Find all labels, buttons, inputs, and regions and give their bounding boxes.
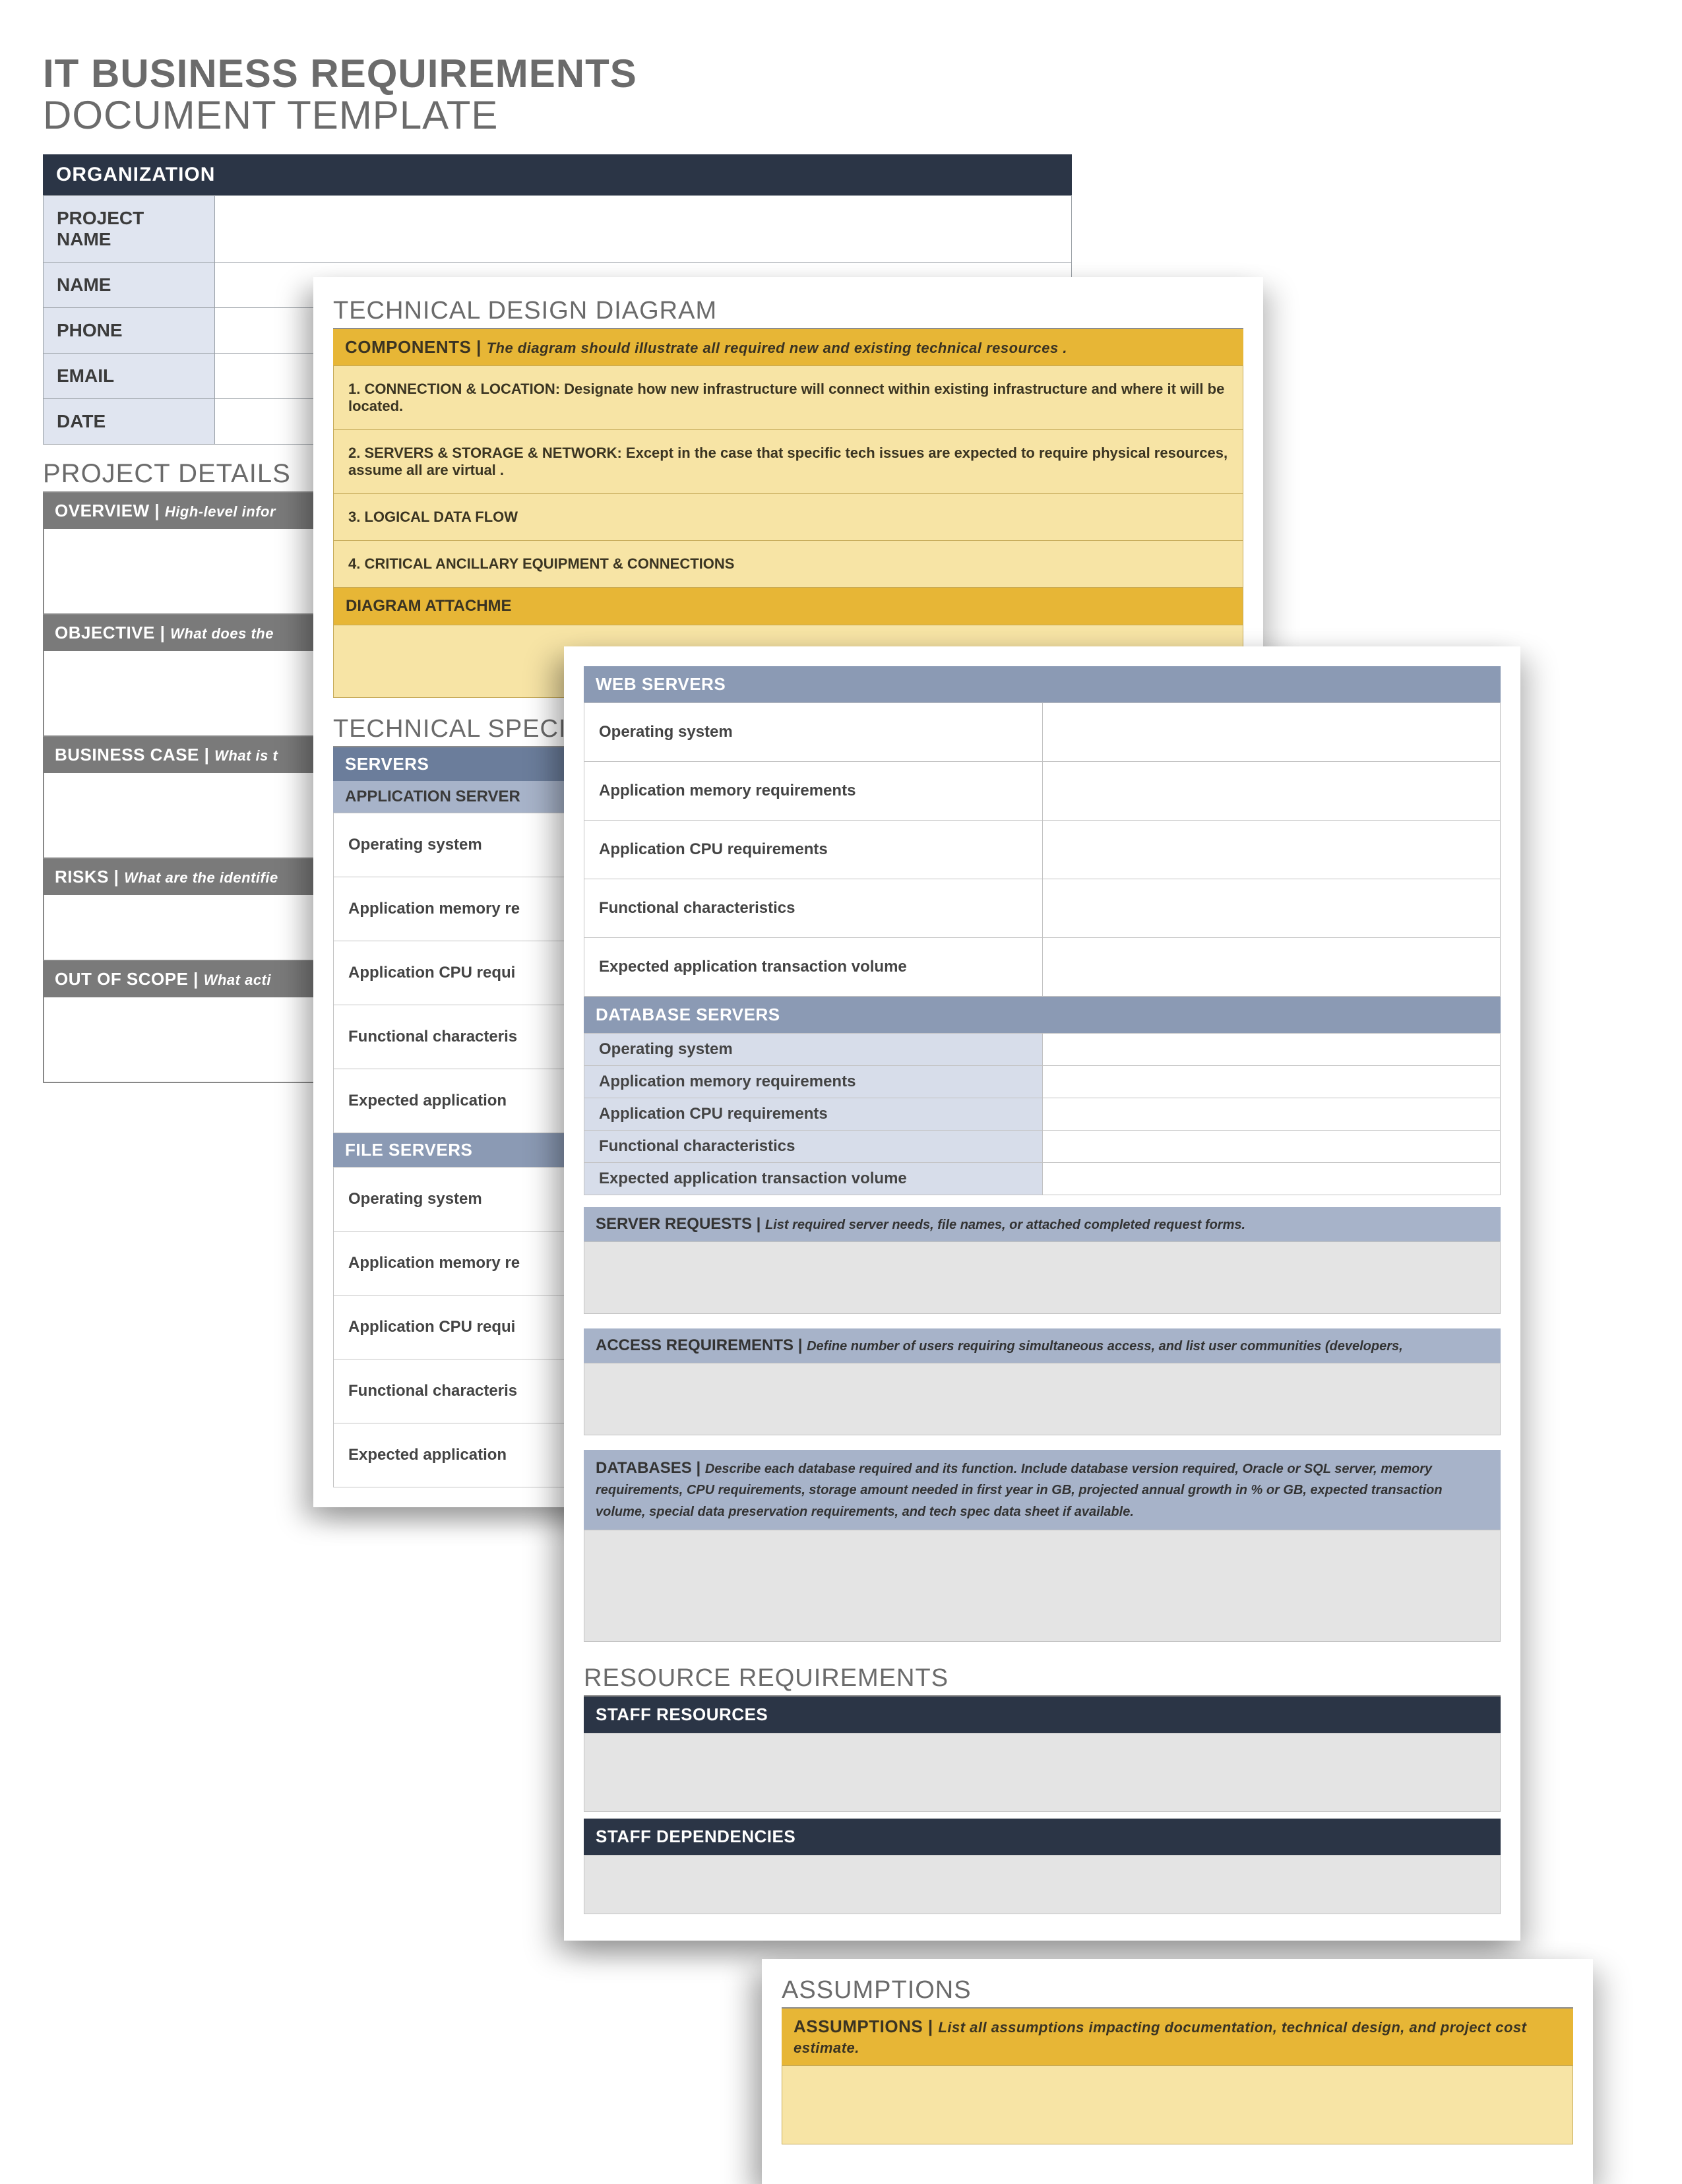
db-row: Operating system xyxy=(584,1034,1043,1066)
risks-label: RISKS | xyxy=(55,867,119,887)
components-bar: COMPONENTS | The diagram should illustra… xyxy=(333,329,1243,365)
doc-title-line2: DOCUMENT TEMPLATE xyxy=(43,94,1072,136)
tech-design-heading: TECHNICAL DESIGN DIAGRAM xyxy=(333,297,1243,329)
web-row-value[interactable] xyxy=(1042,703,1501,762)
overview-hint: High-level infor xyxy=(165,503,276,520)
web-row-value[interactable] xyxy=(1042,879,1501,938)
page3-web-servers: WEB SERVERS Operating system Application… xyxy=(564,646,1520,1941)
staff-dependencies-field[interactable] xyxy=(584,1855,1501,1914)
staff-resources-header: STAFF RESOURCES xyxy=(584,1697,1501,1733)
db-row-value[interactable] xyxy=(1042,1066,1501,1098)
resource-requirements-heading: RESOURCE REQUIREMENTS xyxy=(584,1664,1501,1697)
components-hint: The diagram should illustrate all requir… xyxy=(487,340,1067,356)
web-servers-table: Operating system Application memory requ… xyxy=(584,702,1501,997)
organization-header: ORGANIZATION xyxy=(43,154,1072,195)
server-requests-label: SERVER REQUESTS | xyxy=(596,1215,761,1233)
out-of-scope-hint: What acti xyxy=(204,972,271,988)
diagram-attachment-bar: DIAGRAM ATTACHME xyxy=(333,588,1243,625)
component-row-4: 4. CRITICAL ANCILLARY EQUIPMENT & CONNEC… xyxy=(334,541,1243,587)
db-row-value[interactable] xyxy=(1042,1034,1501,1066)
web-row: Expected application transaction volume xyxy=(584,938,1043,997)
server-requests-field[interactable] xyxy=(584,1241,1501,1314)
component-row-3: 3. LOGICAL DATA FLOW xyxy=(334,494,1243,541)
db-row: Application CPU requirements xyxy=(584,1098,1043,1131)
databases-label: DATABASES | xyxy=(596,1459,701,1477)
objective-hint: What does the xyxy=(170,625,274,642)
web-row-value[interactable] xyxy=(1042,762,1501,821)
objective-label: OBJECTIVE | xyxy=(55,623,165,642)
db-row: Expected application transaction volume xyxy=(584,1163,1043,1195)
databases-bar: DATABASES | Describe each database requi… xyxy=(584,1450,1501,1530)
databases-hint: Describe each database required and its … xyxy=(596,1462,1443,1519)
web-servers-header: WEB SERVERS xyxy=(584,666,1501,702)
label-date: DATE xyxy=(44,399,215,445)
out-of-scope-label: OUT OF SCOPE | xyxy=(55,969,199,989)
components-body: 1. CONNECTION & LOCATION: Designate how … xyxy=(333,365,1243,588)
business-case-label: BUSINESS CASE | xyxy=(55,745,209,764)
staff-dependencies-header: STAFF DEPENDENCIES xyxy=(584,1819,1501,1855)
web-row: Operating system xyxy=(584,703,1043,762)
component-row-2: 2. SERVERS & STORAGE & NETWORK: Except i… xyxy=(334,430,1243,494)
component-row-2-text: 2. SERVERS & STORAGE & NETWORK: Except i… xyxy=(348,445,1228,478)
assumptions-heading: ASSUMPTIONS xyxy=(782,1976,1573,2009)
label-name: NAME xyxy=(44,263,215,308)
component-row-1: 1. CONNECTION & LOCATION: Designate how … xyxy=(334,366,1243,430)
database-servers-table: Operating system Application memory requ… xyxy=(584,1033,1501,1195)
db-row-value[interactable] xyxy=(1042,1098,1501,1131)
risks-hint: What are the identifie xyxy=(124,869,278,886)
label-project-name: PROJECT NAME xyxy=(44,196,215,263)
db-row: Application memory requirements xyxy=(584,1066,1043,1098)
server-requests-bar: SERVER REQUESTS | List required server n… xyxy=(584,1207,1501,1241)
db-row: Functional characteristics xyxy=(584,1131,1043,1163)
db-row-value[interactable] xyxy=(1042,1163,1501,1195)
assumptions-label: ASSUMPTIONS | xyxy=(794,2016,933,2036)
components-label: COMPONENTS | xyxy=(345,337,482,357)
staff-resources-field[interactable] xyxy=(584,1733,1501,1812)
label-email: EMAIL xyxy=(44,354,215,399)
assumptions-field[interactable] xyxy=(782,2065,1573,2144)
doc-title-line1: IT BUSINESS REQUIREMENTS xyxy=(43,53,1072,94)
access-requirements-label: ACCESS REQUIREMENTS | xyxy=(596,1336,802,1354)
business-case-hint: What is t xyxy=(214,747,278,764)
web-row-value[interactable] xyxy=(1042,938,1501,997)
overview-label: OVERVIEW | xyxy=(55,501,160,520)
access-requirements-hint: Define number of users requiring simulta… xyxy=(807,1339,1403,1354)
databases-field[interactable] xyxy=(584,1530,1501,1642)
web-row: Application memory requirements xyxy=(584,762,1043,821)
web-row: Application CPU requirements xyxy=(584,821,1043,879)
web-row-value[interactable] xyxy=(1042,821,1501,879)
input-project-name[interactable] xyxy=(215,196,1072,263)
page4-assumptions: ASSUMPTIONS ASSUMPTIONS | List all assum… xyxy=(762,1959,1593,2184)
access-requirements-field[interactable] xyxy=(584,1363,1501,1435)
label-phone: PHONE xyxy=(44,308,215,354)
web-row: Functional characteristics xyxy=(584,879,1043,938)
access-requirements-bar: ACCESS REQUIREMENTS | Define number of u… xyxy=(584,1328,1501,1363)
db-row-value[interactable] xyxy=(1042,1131,1501,1163)
server-requests-hint: List required server needs, file names, … xyxy=(765,1218,1245,1232)
database-servers-header: DATABASE SERVERS xyxy=(584,997,1501,1033)
assumptions-bar: ASSUMPTIONS | List all assumptions impac… xyxy=(782,2009,1573,2065)
